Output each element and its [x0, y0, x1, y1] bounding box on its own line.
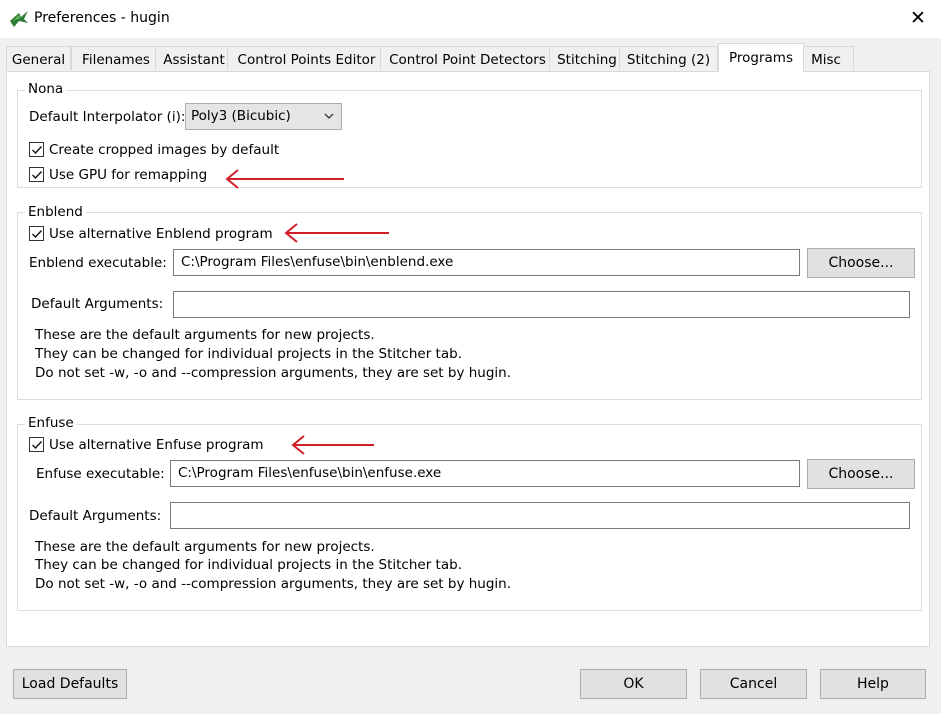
enblend-choose-button[interactable]: Choose... [807, 248, 915, 278]
enblend-help-line-1: These are the default arguments for new … [35, 327, 375, 343]
gpu-label: Use GPU for remapping [49, 167, 208, 183]
tab-misc[interactable]: Misc [798, 46, 854, 70]
annotation-arrow-enfuse [291, 435, 374, 455]
help-button[interactable]: Help [820, 669, 926, 699]
enfuse-choose-button[interactable]: Choose... [807, 459, 915, 489]
tab-stitching-2[interactable]: Stitching (2) [619, 46, 718, 70]
tab-general[interactable]: General [6, 46, 71, 70]
tab-assistant[interactable]: Assistant [155, 46, 233, 70]
tab-control-point-detectors[interactable]: Control Point Detectors [380, 46, 555, 70]
enblend-legend: Enblend [25, 204, 86, 220]
enfuse-legend: Enfuse [25, 415, 77, 431]
enfuse-exe-input[interactable]: C:\Program Files\enfuse\bin\enfuse.exe [170, 460, 800, 487]
enblend-alt-checkbox[interactable] [29, 226, 44, 241]
enfuse-help-line-3: Do not set -w, -o and --compression argu… [35, 576, 512, 592]
chevron-down-icon [324, 113, 334, 119]
gpu-checkbox[interactable] [29, 167, 44, 182]
interpolator-label: Default Interpolator (i): [29, 109, 186, 125]
enfuse-alt-label: Use alternative Enfuse program [49, 437, 264, 453]
enblend-alt-label: Use alternative Enblend program [49, 226, 273, 242]
enblend-help-line-2: They can be changed for individual proje… [35, 346, 462, 362]
cropped-checkbox[interactable] [29, 142, 44, 157]
annotation-arrow-gpu [225, 169, 344, 189]
enblend-help-line-3: Do not set -w, -o and --compression argu… [35, 365, 512, 381]
tab-programs[interactable]: Programs [718, 43, 804, 72]
load-defaults-button[interactable]: Load Defaults [13, 669, 127, 699]
enfuse-args-input[interactable] [170, 502, 910, 529]
enblend-exe-input[interactable]: C:\Program Files\enfuse\bin\enblend.exe [173, 249, 800, 276]
annotation-arrow-enblend [284, 223, 389, 243]
enblend-exe-label: Enblend executable: [29, 255, 167, 271]
enfuse-help-line-2: They can be changed for individual proje… [35, 557, 462, 573]
enfuse-alt-checkbox[interactable] [29, 437, 44, 452]
cropped-label: Create cropped images by default [49, 142, 280, 158]
enblend-args-input[interactable] [173, 291, 910, 318]
enblend-args-label: Default Arguments: [31, 296, 164, 312]
interpolator-select[interactable]: Poly3 (Bicubic) [185, 103, 342, 130]
hugin-app-icon [10, 11, 28, 27]
cancel-button[interactable]: Cancel [700, 669, 807, 699]
tab-filenames[interactable]: Filenames [71, 46, 161, 70]
close-icon[interactable]: ✕ [895, 0, 941, 38]
ok-button[interactable]: OK [580, 669, 687, 699]
nona-legend: Nona [25, 81, 67, 97]
tab-control-points-editor[interactable]: Control Points Editor [227, 46, 386, 70]
title-bar: Preferences - hugin ✕ [0, 0, 941, 38]
tab-stitching[interactable]: Stitching [549, 46, 625, 70]
enfuse-exe-label: Enfuse executable: [36, 466, 165, 482]
enfuse-help-line-1: These are the default arguments for new … [35, 539, 375, 555]
enfuse-args-label: Default Arguments: [29, 508, 162, 524]
interpolator-value: Poly3 (Bicubic) [191, 108, 291, 124]
window-title: Preferences - hugin [34, 10, 170, 26]
